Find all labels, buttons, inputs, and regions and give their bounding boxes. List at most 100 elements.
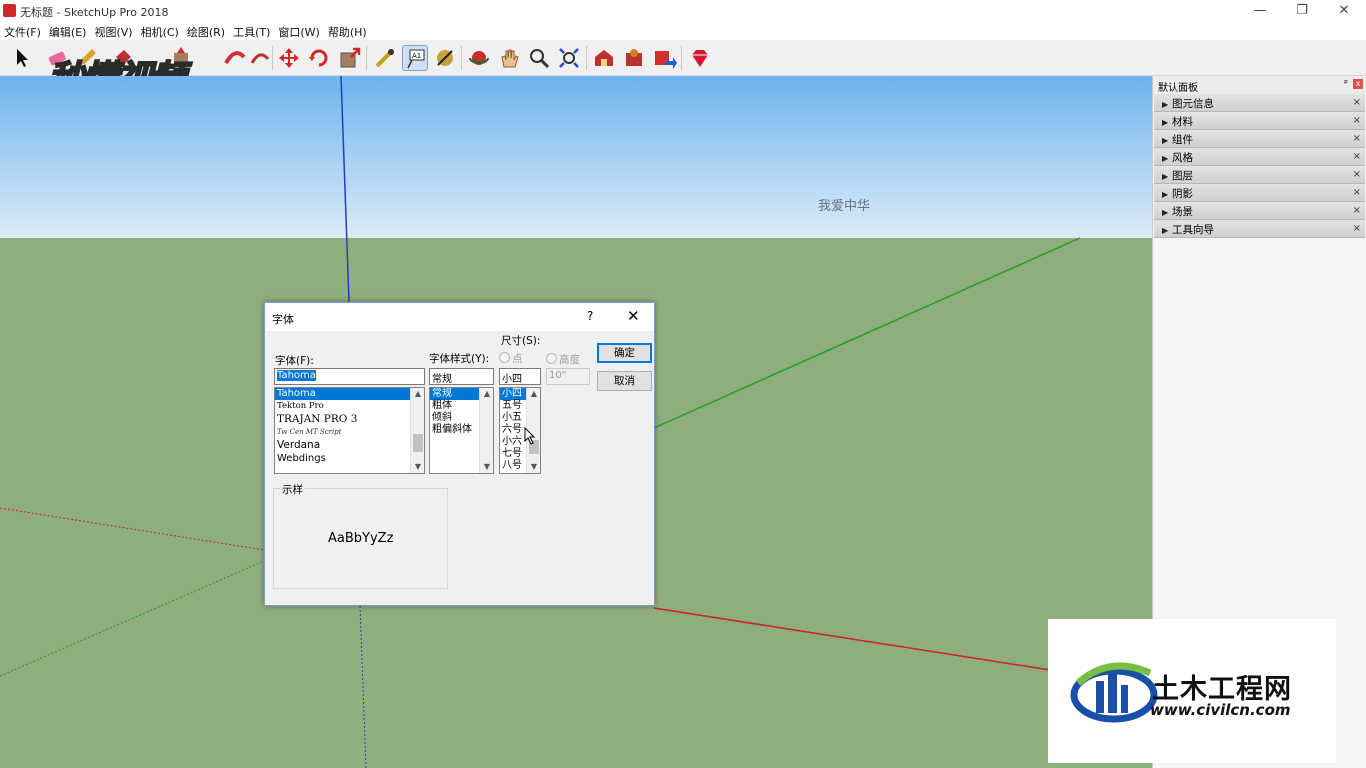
menu-edit[interactable]: 编辑(E) [45, 22, 91, 40]
panel-components[interactable]: ▶ 组件 × [1154, 130, 1365, 148]
expand-arrow-icon: ▶ [1162, 136, 1169, 145]
scroll-down-icon[interactable]: ▼ [480, 461, 493, 473]
panel-scenes[interactable]: ▶ 场景 × [1154, 202, 1365, 220]
zoom-icon[interactable] [526, 45, 552, 71]
help-button[interactable]: ? [587, 309, 593, 323]
font-list-scrollbar[interactable]: ▲ ▼ [410, 388, 424, 473]
font-name-value: Tahoma [277, 370, 316, 381]
sample-group: 示样 AaBbYyZz [273, 482, 448, 589]
3d-text-label[interactable]: 我爱中华 [818, 195, 870, 214]
tape-measure-icon[interactable] [372, 45, 398, 71]
menu-help[interactable]: 帮助(H) [324, 22, 371, 40]
expand-arrow-icon: ▶ [1162, 154, 1169, 163]
close-button[interactable]: ✕ [1323, 0, 1365, 22]
panel-close-icon[interactable]: × [1353, 187, 1361, 198]
font-style-input[interactable]: 常规 [429, 368, 494, 385]
minimize-button[interactable]: — [1239, 0, 1281, 22]
panel-instructor[interactable]: ▶ 工具向导 × [1154, 220, 1365, 238]
list-item[interactable]: 常规 [430, 388, 479, 400]
ok-button[interactable]: 确定 [597, 343, 652, 363]
list-item[interactable]: 小四 [500, 388, 526, 400]
tray-header: 默认面板 ᵖ x [1153, 76, 1366, 94]
components-icon[interactable] [621, 45, 647, 71]
font-style-label: 字体样式(Y): [429, 353, 490, 365]
panel-layers[interactable]: ▶ 图层 × [1154, 166, 1365, 184]
list-item[interactable]: Tahoma [275, 388, 410, 400]
expand-arrow-icon: ▶ [1162, 226, 1169, 235]
warehouse-icon[interactable] [591, 45, 617, 71]
panel-styles[interactable]: ▶ 风格 × [1154, 148, 1365, 166]
panel-label: 风格 [1172, 152, 1193, 164]
ruby-icon[interactable] [687, 45, 713, 71]
toolbar-separator [461, 46, 462, 70]
orbit-icon[interactable] [466, 45, 492, 71]
panel-close-icon[interactable]: × [1353, 223, 1361, 234]
restore-button[interactable]: ❐ [1281, 0, 1323, 22]
expand-arrow-icon: ▶ [1162, 100, 1169, 109]
move-icon[interactable] [276, 45, 302, 71]
font-name-input[interactable]: Tahoma [274, 368, 425, 385]
panel-label: 材料 [1172, 116, 1193, 128]
scroll-down-icon[interactable]: ▼ [527, 461, 540, 473]
menu-camera[interactable]: 相机(C) [137, 22, 183, 40]
panel-close-icon[interactable]: × [1353, 97, 1361, 108]
panel-entity-info[interactable]: ▶ 图元信息 × [1154, 94, 1365, 112]
list-item[interactable]: Tw Cen MT Script [275, 426, 424, 438]
menu-view[interactable]: 视图(V) [90, 22, 136, 40]
dialog-title: 字体 [272, 313, 294, 326]
menu-draw[interactable]: 绘图(R) [183, 22, 229, 40]
pin-icon[interactable]: ᵖ [1344, 79, 1348, 89]
scroll-thumb[interactable] [413, 434, 423, 452]
paint-icon[interactable] [432, 45, 458, 71]
unit-point-radio[interactable] [499, 352, 510, 363]
menu-file[interactable]: 文件(F) [0, 22, 45, 40]
dialog-close-button[interactable]: ✕ [627, 307, 640, 325]
toolbar-separator [681, 46, 682, 70]
menu-tools[interactable]: 工具(T) [229, 22, 274, 40]
mouse-cursor-icon [524, 427, 536, 445]
list-item[interactable]: Tekton Pro [275, 400, 424, 412]
panel-materials[interactable]: ▶ 材料 × [1154, 112, 1365, 130]
panel-close-icon[interactable]: × [1353, 133, 1361, 144]
font-list[interactable]: Tahoma Tekton Pro TRAJAN PRO 3 Tw Cen MT… [274, 387, 425, 474]
size-input[interactable]: 小四 [499, 368, 541, 385]
zoom-extents-icon[interactable] [556, 45, 582, 71]
scroll-up-icon[interactable]: ▲ [480, 388, 493, 400]
scroll-up-icon[interactable]: ▲ [411, 388, 424, 400]
pan-icon[interactable] [496, 45, 522, 71]
panel-close-icon[interactable]: × [1353, 205, 1361, 216]
list-item[interactable]: Verdana [275, 438, 424, 452]
panel-close-icon[interactable]: × [1353, 169, 1361, 180]
tray-close-icon[interactable]: x [1353, 79, 1363, 89]
follow-me-icon[interactable] [222, 45, 248, 71]
expand-arrow-icon: ▶ [1162, 208, 1169, 217]
sample-text: AaBbYyZz [328, 531, 394, 546]
font-style-list[interactable]: 常规 粗体 倾斜 粗偏斜体 ▲ ▼ [429, 387, 494, 474]
share-icon[interactable] [651, 45, 677, 71]
font-dialog: 字体 ? ✕ 字体(F): Tahoma Tahoma Tekton Pro T… [264, 302, 655, 606]
rotate-icon[interactable] [306, 45, 332, 71]
menu-window[interactable]: 窗口(W) [274, 22, 323, 40]
list-item[interactable]: TRAJAN PRO 3 [275, 412, 424, 426]
cancel-button[interactable]: 取消 [597, 371, 652, 391]
offset-icon[interactable] [247, 45, 273, 71]
panel-shadows[interactable]: ▶ 阴影 × [1154, 184, 1365, 202]
select-icon[interactable] [8, 45, 34, 71]
svg-text:A1: A1 [412, 52, 421, 60]
panel-close-icon[interactable]: × [1353, 151, 1361, 162]
scale-icon[interactable] [337, 45, 363, 71]
title-bar: 无标题 - SketchUp Pro 2018 — ❐ ✕ [0, 0, 1366, 22]
scroll-up-icon[interactable]: ▲ [527, 388, 540, 400]
text-icon[interactable]: A1 [402, 45, 428, 71]
watermark-url: www.civilcn.com [1150, 701, 1291, 719]
panel-close-icon[interactable]: × [1353, 115, 1361, 126]
expand-arrow-icon: ▶ [1162, 190, 1169, 199]
unit-height-radio[interactable] [546, 353, 557, 364]
scroll-down-icon[interactable]: ▼ [411, 461, 424, 473]
toolbar-separator [272, 46, 273, 70]
list-item[interactable]: Webdings [275, 452, 424, 466]
panel-label: 工具向导 [1172, 224, 1214, 236]
tray-title: 默认面板 [1158, 83, 1198, 94]
font-style-scrollbar[interactable]: ▲ ▼ [479, 388, 493, 473]
watermark-logo-bottom: 土木工程网 www.civilcn.com [1048, 619, 1336, 763]
